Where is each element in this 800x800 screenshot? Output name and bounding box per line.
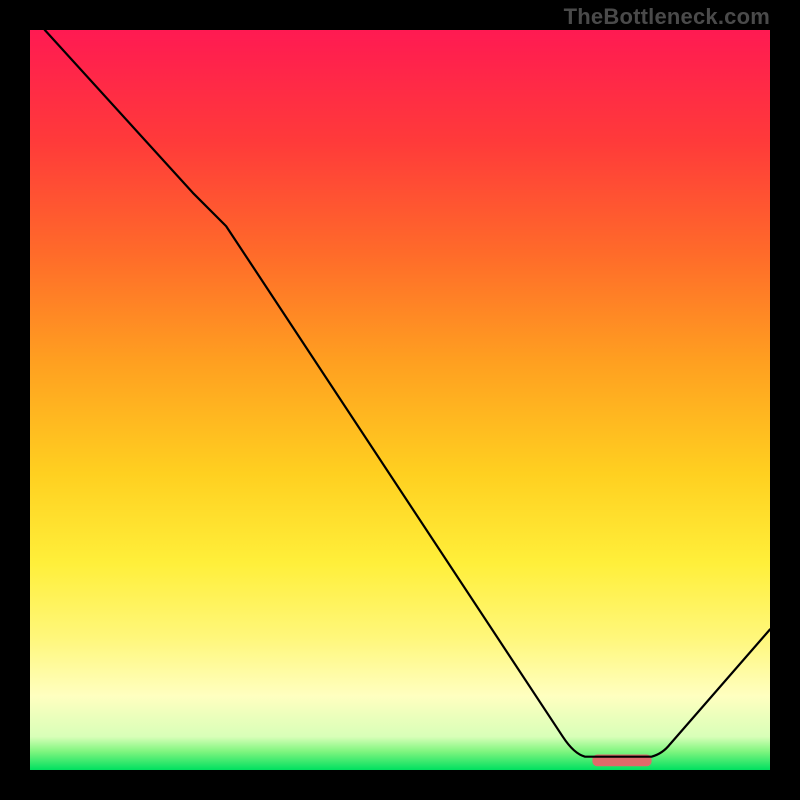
chart-frame: TheBottleneck.com [0, 0, 800, 800]
chart-background [30, 30, 770, 770]
chart-plot [30, 30, 770, 770]
watermark-label: TheBottleneck.com [564, 4, 770, 30]
